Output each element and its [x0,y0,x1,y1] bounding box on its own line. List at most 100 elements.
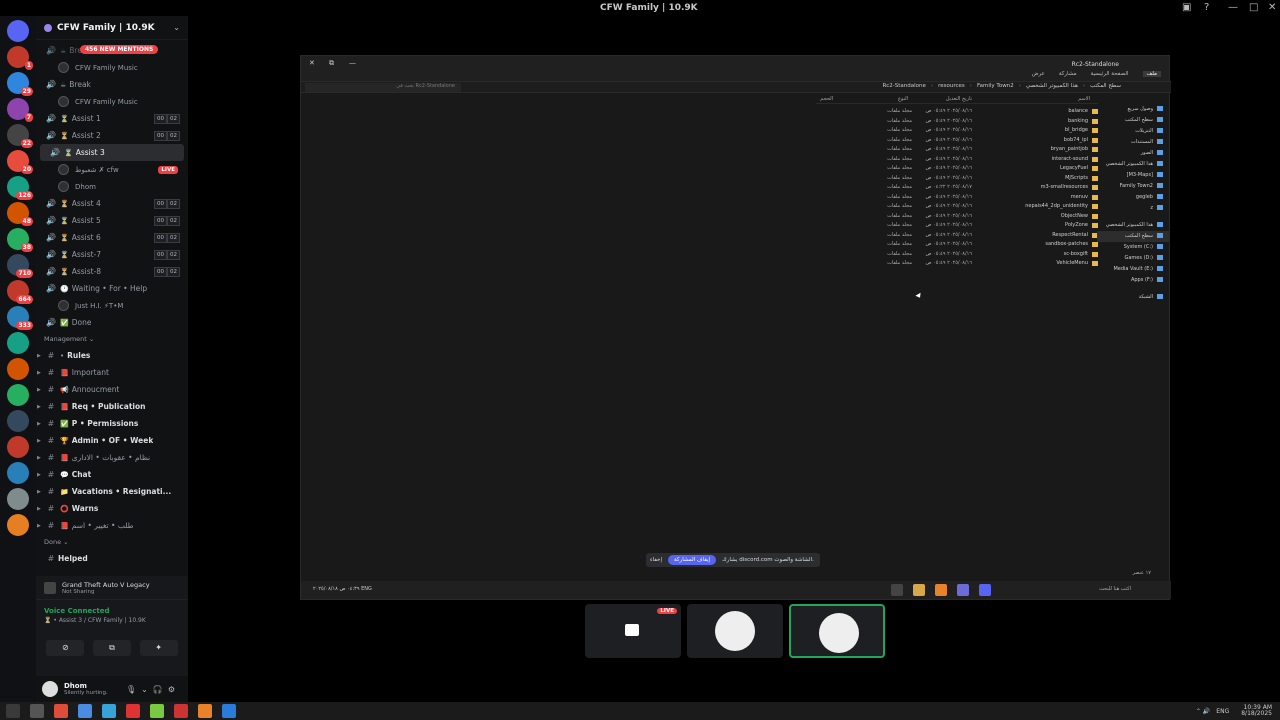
nav-item[interactable]: هذا الكمبيوتر الشخصي [1097,159,1169,170]
text-channel[interactable]: ▶ # ⭕ Warns [36,500,188,517]
text-channel[interactable]: ▶ # 📕 Req • Publication [36,398,188,415]
app-icon[interactable] [891,584,903,596]
breadcrumb[interactable]: Rc2-Standalone › resources › Family Town2 › سط… [882,83,1121,89]
text-channel[interactable]: # Helped [36,550,188,567]
text-channel[interactable]: ▶ # 📢 Annoucment [36,381,188,398]
minimize-icon[interactable]: — [349,59,356,67]
server-icon[interactable]: 333 [7,306,33,330]
category-done[interactable]: Done ⌄ [36,534,188,550]
file-row[interactable]: LegacyFuel ٢٠٢٥/٠٨/١٦ ٠٥:٤٩ ص مجلد ملفات [816,165,1098,175]
nav-item[interactable]: Games (D:) [1097,253,1169,264]
breadcrumb-item[interactable]: سطح المكتب [1090,83,1121,89]
column-size[interactable]: الحجم [820,96,833,102]
app-icon[interactable] [54,704,68,718]
text-channel[interactable]: ▶ # • Rules [36,347,188,364]
app-icon[interactable] [102,704,116,718]
tray-icons[interactable]: ⌃ 🔊 [1196,708,1210,715]
app-icon[interactable] [935,584,947,596]
text-channel[interactable]: ▶ # 📕 Important [36,364,188,381]
app-icon[interactable] [126,704,140,718]
explorer-search-input[interactable]: بحث في Rc2-Standalone [305,83,461,92]
file-row[interactable]: sandbox-patches ٢٠٢٥/٠٨/١٦ ٠٥:٤٩ ص مجلد مل… [816,241,1098,251]
nav-item[interactable]: سطح المكتب [1097,115,1169,126]
nav-item[interactable]: وصول سريع [1097,104,1169,115]
chrome-icon[interactable] [957,584,969,596]
text-channel[interactable]: ▶ # 🏆 Admin • OF • Week [36,432,188,449]
stream-tile[interactable] [687,604,783,658]
text-channel[interactable]: ▶ # ✅ P • Permissions [36,415,188,432]
voice-connected-status[interactable]: Voice Connected [44,607,188,615]
file-row[interactable]: PolyZone ٢٠٢٥/٠٨/١٦ ٠٥:٤٩ ص مجلد ملفات [816,222,1098,232]
file-row[interactable]: interact-sound ٢٠٢٥/٠٨/١٦ ٠٥:٤٩ ص مجلد ملف… [816,156,1098,166]
voice-channel[interactable]: 🔊 ✅ Done [36,314,188,331]
nav-item[interactable]: Family Town2 [1097,181,1169,192]
nav-item[interactable]: z [1097,203,1169,214]
file-row[interactable]: menuv ٢٠٢٥/٠٨/١٦ ٠٥:٤٩ ص مجلد ملفات [816,194,1098,204]
server-icon[interactable]: 29 [7,72,33,96]
ribbon-tab[interactable]: مشاركة [1059,71,1077,77]
file-row[interactable]: sc-boxgift ٢٠٢٥/٠٨/١٦ ٠٥:٤٩ ص مجلد ملفات [816,251,1098,261]
voice-channel[interactable]: 🔊 🕐 Waiting • For • Help [36,280,188,297]
voice-channel[interactable]: 🔊 ⏳ Assist 3 [40,144,184,161]
nav-item[interactable]: الصور [1097,148,1169,159]
server-icon[interactable]: 7 [7,98,33,122]
maximize-button[interactable]: □ [1249,2,1258,13]
home-icon[interactable] [7,20,29,42]
server-icon[interactable]: 1 [7,46,33,70]
screen-share-icon[interactable]: ⧉ [92,640,131,656]
stop-sharing-button[interactable]: إيقاف المشاركة [667,555,717,565]
server-icon[interactable]: 38 [7,228,33,252]
shared-taskbar-search[interactable]: اكتب هنا للبحث [1099,586,1131,592]
nav-item[interactable]: System (C:) [1097,242,1169,253]
server-icon[interactable]: 710 [7,254,33,278]
server-icon[interactable] [7,514,29,536]
voice-channel[interactable]: 🔊 ⏳ Assist 2 00 02 [36,127,188,144]
voice-channel[interactable]: 🔊 ⏳ Assist 4 00 02 [36,195,188,212]
file-row[interactable]: banking ٢٠٢٥/٠٨/١٦ ٠٥:٤٩ ص مجلد ملفات [816,118,1098,128]
server-icon[interactable] [7,462,29,484]
category-management[interactable]: Management ⌄ [36,331,188,347]
discord-icon[interactable] [979,584,991,596]
text-channel[interactable]: ▶ # 📕 نظام • عقوبات • الادارى [36,449,188,466]
minimize-button[interactable]: — [1228,2,1238,13]
file-row[interactable]: MJScripts ٢٠٢٥/٠٨/١٦ ٠٥:٤٩ ص مجلد ملفات [816,175,1098,185]
app-icon[interactable] [78,704,92,718]
nav-item[interactable]: سطح المكتب [1097,231,1169,242]
new-mentions-badge[interactable]: 456 NEW MENTIONS [80,45,159,54]
file-row[interactable]: VehicleMenu ٢٠٢٥/٠٨/١٦ ٠٥:٤٩ ص مجلد ملفات [816,260,1098,270]
inbox-icon[interactable]: ▣ [1182,2,1191,13]
text-channel[interactable]: ▶ # 💬 Chat [36,466,188,483]
close-icon[interactable]: ✕ [309,59,315,67]
help-icon[interactable]: ? [1204,2,1209,13]
column-date[interactable]: تاريخ التعديل [946,96,972,102]
file-row[interactable]: bl_bridge ٢٠٢٥/٠٨/١٦ ٠٥:٤٩ ص مجلد ملفات [816,127,1098,137]
folder-icon[interactable] [913,584,925,596]
server-icon[interactable]: 20 [7,150,33,174]
server-icon[interactable] [7,358,29,380]
activity-icon[interactable]: ✦ [139,640,178,656]
vscode-icon[interactable] [222,704,236,718]
voice-channel[interactable]: 🔊 ☕Break [36,76,188,93]
server-icon[interactable]: 48 [7,202,33,226]
breadcrumb-item[interactable]: هذا الكمبيوتر الشخصي [1026,83,1078,89]
close-button[interactable]: ✕ [1268,2,1276,13]
game-activity[interactable]: Grand Theft Auto V Legacy Not Sharing [36,576,188,600]
file-row[interactable]: bryan_paintjob ٢٠٢٥/٠٨/١٦ ٠٥:٤٩ ص مجلد ملف… [816,146,1098,156]
file-row[interactable]: nepais44_2dp_unidentity ٢٠٢٥/٠٨/١٦ ٠٥:٤٩ … [816,203,1098,213]
file-row[interactable]: m3-smallresources ٢٠٢٥/٠٨/١٧ ٠٤:٢٢ ص مجلد … [816,184,1098,194]
server-icon[interactable] [7,332,29,354]
user-panel[interactable]: Dhom Silently hurting. 🎙⌄🎧⚙ [36,676,188,702]
voice-channel[interactable]: 🔊 ⏳ Assist 1 00 02 [36,110,188,127]
ribbon-tab[interactable]: الصفحة الرئيسية [1091,71,1129,77]
clock[interactable]: 10:39 AM 8/18/2025 [1241,705,1272,717]
restore-icon[interactable]: ⧉ [329,59,334,68]
nav-item[interactable]: Media Vault (E:) [1097,264,1169,275]
server-icon[interactable]: 22 [7,124,33,148]
chevron-down-icon[interactable]: ⌄ [173,23,180,32]
breadcrumb-item[interactable]: resources [938,83,965,89]
camera-off-icon[interactable]: ⊘ [46,640,85,656]
voice-channel-name[interactable]: ⏳ • Assist 3 / CFW Family | 10.9K [44,617,188,624]
hide-button[interactable]: إخفاء [650,557,662,563]
file-row[interactable]: balance ٢٠٢٥/٠٨/١٦ ٠٥:٤٩ ص مجلد ملفات [816,108,1098,118]
file-row[interactable]: ObjectNew ٢٠٢٥/٠٨/١٦ ٠٥:٤٩ ص مجلد ملفات [816,213,1098,223]
